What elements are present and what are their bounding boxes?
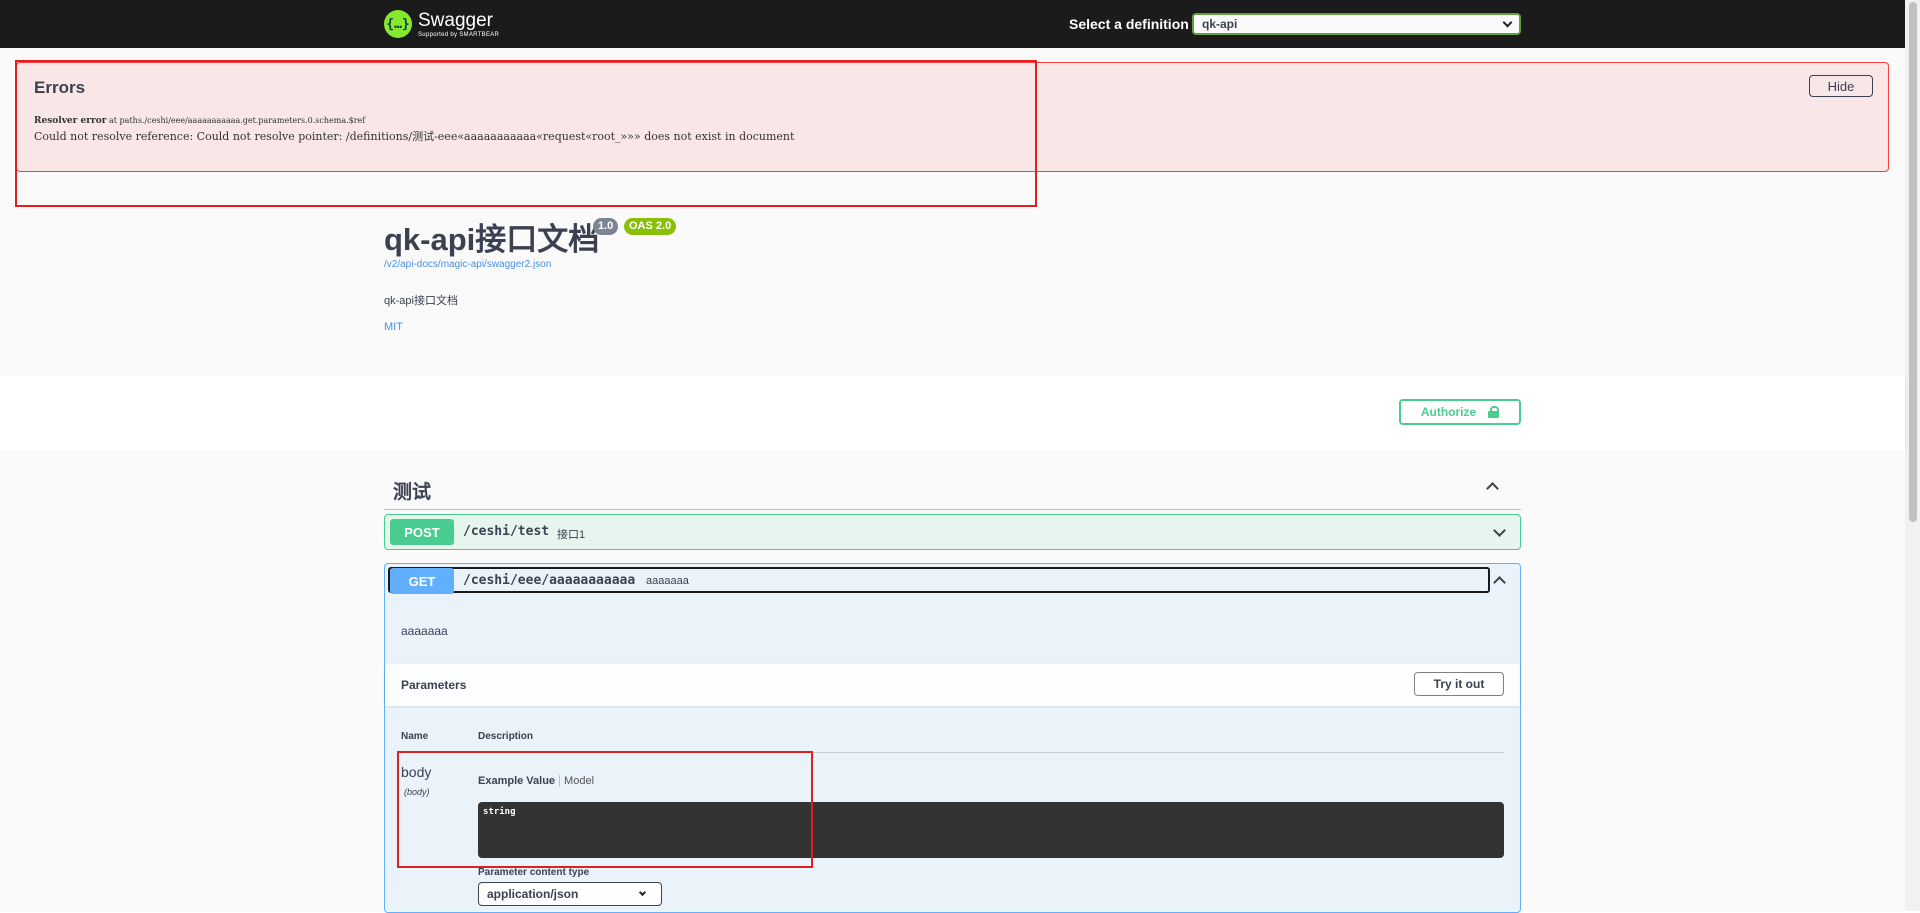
example-code-block[interactable]: string <box>478 802 1504 858</box>
operation-path: /ceshi/eee/aaaaaaaaaaa <box>463 573 636 588</box>
logo-name: Swagger <box>418 9 493 31</box>
column-header-name: Name <box>401 731 429 742</box>
chevron-up-icon[interactable] <box>1486 482 1499 495</box>
definition-select-value: qk-api <box>1202 17 1238 31</box>
logo-subtitle: Supported by SMARTBEAR <box>418 31 500 38</box>
definition-select[interactable]: qk-api <box>1192 13 1521 35</box>
hide-errors-button[interactable]: Hide <box>1809 75 1873 97</box>
license-link[interactable]: MIT <box>384 321 403 333</box>
chevron-up-icon[interactable] <box>1493 576 1506 589</box>
example-tabs: Example Value Model <box>478 775 594 787</box>
try-it-out-button[interactable]: Try it out <box>1414 672 1504 696</box>
operation-summary: 接口1 <box>557 529 586 541</box>
parameters-title: Parameters <box>401 678 467 692</box>
operation-path: /ceshi/test <box>463 524 550 539</box>
resolver-error-location: at paths./ceshi/eee/aaaaaaaaaaa.get.para… <box>109 116 366 125</box>
tag-section-header[interactable]: 测试 <box>384 470 1521 510</box>
parameters-header: Parameters Try it out <box>385 664 1520 706</box>
spec-url-link[interactable]: /v2/api-docs/magic-api/swagger2.json <box>384 259 551 270</box>
api-description: qk-api接口文档 <box>384 295 458 307</box>
unlocked-icon <box>1488 406 1500 418</box>
authorize-label: Authorize <box>1420 405 1477 419</box>
divider <box>401 752 1504 753</box>
errors-panel: Errors Hide Resolver error at paths./ces… <box>16 62 1889 172</box>
tab-model[interactable]: Model <box>564 775 594 787</box>
column-header-description: Description <box>478 731 534 742</box>
swagger-logo[interactable]: {…} Swagger Supported by SMARTBEAR <box>384 7 499 41</box>
oas-badge: OAS 2.0 <box>624 218 677 235</box>
page-title: qk-api接口文档 <box>384 222 600 257</box>
method-badge-get: GET <box>390 568 454 594</box>
parameter-name: body <box>401 764 432 780</box>
content-type-select[interactable]: application/json <box>478 882 662 906</box>
tag-name: 测试 <box>393 482 432 503</box>
content-type-label: Parameter content type <box>478 867 590 878</box>
scheme-container <box>0 376 1905 450</box>
tab-example-value[interactable]: Example Value <box>478 775 555 787</box>
operation-summary: aaaaaaa <box>646 575 689 587</box>
operation-description: aaaaaaa <box>401 624 448 638</box>
resolver-error-label: Resolver error <box>34 116 107 126</box>
chevron-down-icon <box>1502 17 1513 27</box>
tab-separator <box>559 775 561 787</box>
authorize-button[interactable]: Authorize <box>1399 399 1521 425</box>
definition-label: Select a definition <box>1069 16 1189 32</box>
operation-get-ceshi-eee: GET /ceshi/eee/aaaaaaaaaaa aaaaaaa aaaaa… <box>384 563 1521 913</box>
version-badge: 1.0 <box>593 218 619 235</box>
errors-title: Errors <box>34 78 86 97</box>
example-code-text: string <box>483 807 516 817</box>
scrollbar-thumb[interactable] <box>1909 2 1917 522</box>
page-scrollbar[interactable] <box>1905 0 1920 911</box>
operation-post-ceshi-test[interactable]: POST /ceshi/test 接口1 <box>384 514 1521 550</box>
top-bar: {…} Swagger Supported by SMARTBEAR Selec… <box>0 0 1905 48</box>
resolver-error-message: Could not resolve reference: Could not r… <box>34 130 795 143</box>
resolver-error-heading: Resolver error at paths./ceshi/eee/aaaaa… <box>34 116 365 126</box>
chevron-down-icon[interactable] <box>1493 524 1506 537</box>
content-type-value: application/json <box>487 887 579 901</box>
method-badge-post: POST <box>390 519 454 545</box>
parameter-location: (body) <box>404 787 430 797</box>
swagger-logo-icon: {…} <box>384 10 412 38</box>
chevron-down-icon <box>638 888 647 897</box>
